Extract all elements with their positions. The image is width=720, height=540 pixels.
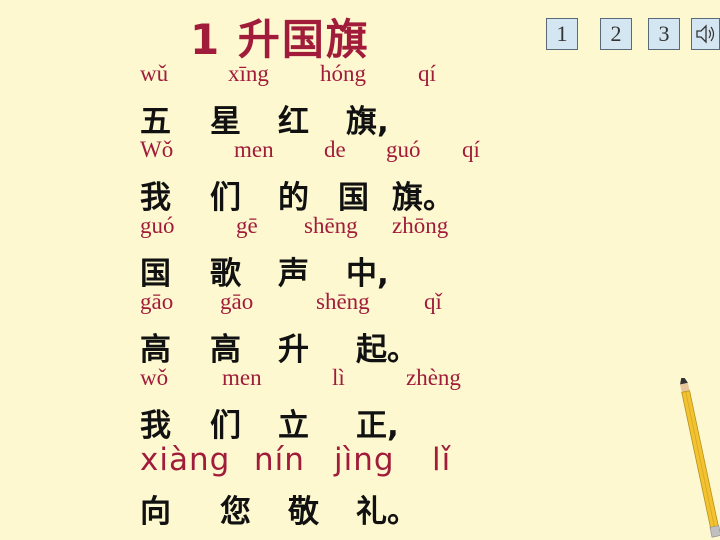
pinyin-syllable: qí	[418, 61, 436, 86]
pinyin-syllable: wǒ	[140, 365, 169, 390]
pinyin-syllable: gāo	[220, 289, 254, 314]
hanzi-character: 我	[140, 408, 171, 444]
hanzi-character: 中,	[346, 256, 389, 292]
hanzi-character: 高	[210, 332, 241, 368]
hanzi-character: 们	[210, 180, 241, 216]
page-2-button[interactable]: 2	[600, 18, 632, 50]
pinyin-syllable: gāo	[140, 289, 174, 314]
hanzi-character: 旗,	[346, 104, 389, 140]
pinyin-syllable: de	[324, 137, 346, 162]
pinyin-syllable: zhèng	[406, 365, 461, 390]
hanzi-character: 敬	[288, 494, 319, 530]
pinyin-syllable: qǐ	[424, 289, 442, 314]
pinyin-syllable: hóng	[320, 61, 366, 86]
pencil-icon	[680, 378, 720, 538]
hanzi-character: 正,	[356, 408, 399, 444]
hanzi-character: 旗。	[392, 180, 454, 216]
hanzi-character: 我	[140, 180, 171, 216]
page-3-button[interactable]: 3	[648, 18, 680, 50]
hanzi-character: 您	[220, 494, 251, 530]
speaker-icon	[695, 24, 714, 44]
pinyin-syllable: men	[222, 365, 262, 390]
pinyin-syllable: nín	[254, 442, 305, 478]
pinyin-syllable: zhōng	[392, 213, 449, 238]
hanzi-character: 升	[278, 332, 309, 368]
pinyin-syllable: shēng	[304, 213, 358, 238]
hanzi-character: 立	[278, 408, 309, 444]
lesson-title: 1 升国旗	[190, 15, 370, 64]
pinyin-syllable: qí	[462, 137, 480, 162]
pinyin-syllable: xīng	[228, 61, 269, 86]
page-1-button[interactable]: 1	[546, 18, 578, 50]
pinyin-syllable: Wǒ	[140, 137, 174, 162]
hanzi-character: 星	[210, 104, 241, 140]
hanzi-character: 们	[210, 408, 241, 444]
hanzi-character: 向	[140, 494, 171, 530]
pinyin-syllable: guó	[386, 137, 421, 162]
hanzi-character: 红	[278, 104, 309, 140]
hanzi-character: 高	[140, 332, 171, 368]
pinyin-syllable: jìng	[334, 442, 395, 478]
pinyin-syllable: gē	[236, 213, 258, 238]
hanzi-character: 五	[140, 104, 171, 140]
pinyin-syllable: lǐ	[432, 442, 452, 478]
sound-button[interactable]	[691, 18, 720, 50]
hanzi-character: 起。	[356, 332, 418, 368]
hanzi-character: 声	[278, 256, 309, 292]
hanzi-character: 礼。	[356, 494, 418, 530]
pinyin-syllable: men	[234, 137, 274, 162]
pinyin-syllable: xiàng	[140, 442, 231, 478]
hanzi-character: 歌	[210, 256, 241, 292]
pinyin-syllable: wǔ	[140, 61, 169, 86]
pinyin-syllable: lì	[332, 365, 345, 390]
pinyin-syllable: shēng	[316, 289, 370, 314]
hanzi-character: 的	[278, 180, 309, 216]
hanzi-character: 国	[338, 180, 369, 216]
hanzi-character: 国	[140, 256, 171, 292]
pinyin-syllable: guó	[140, 213, 175, 238]
